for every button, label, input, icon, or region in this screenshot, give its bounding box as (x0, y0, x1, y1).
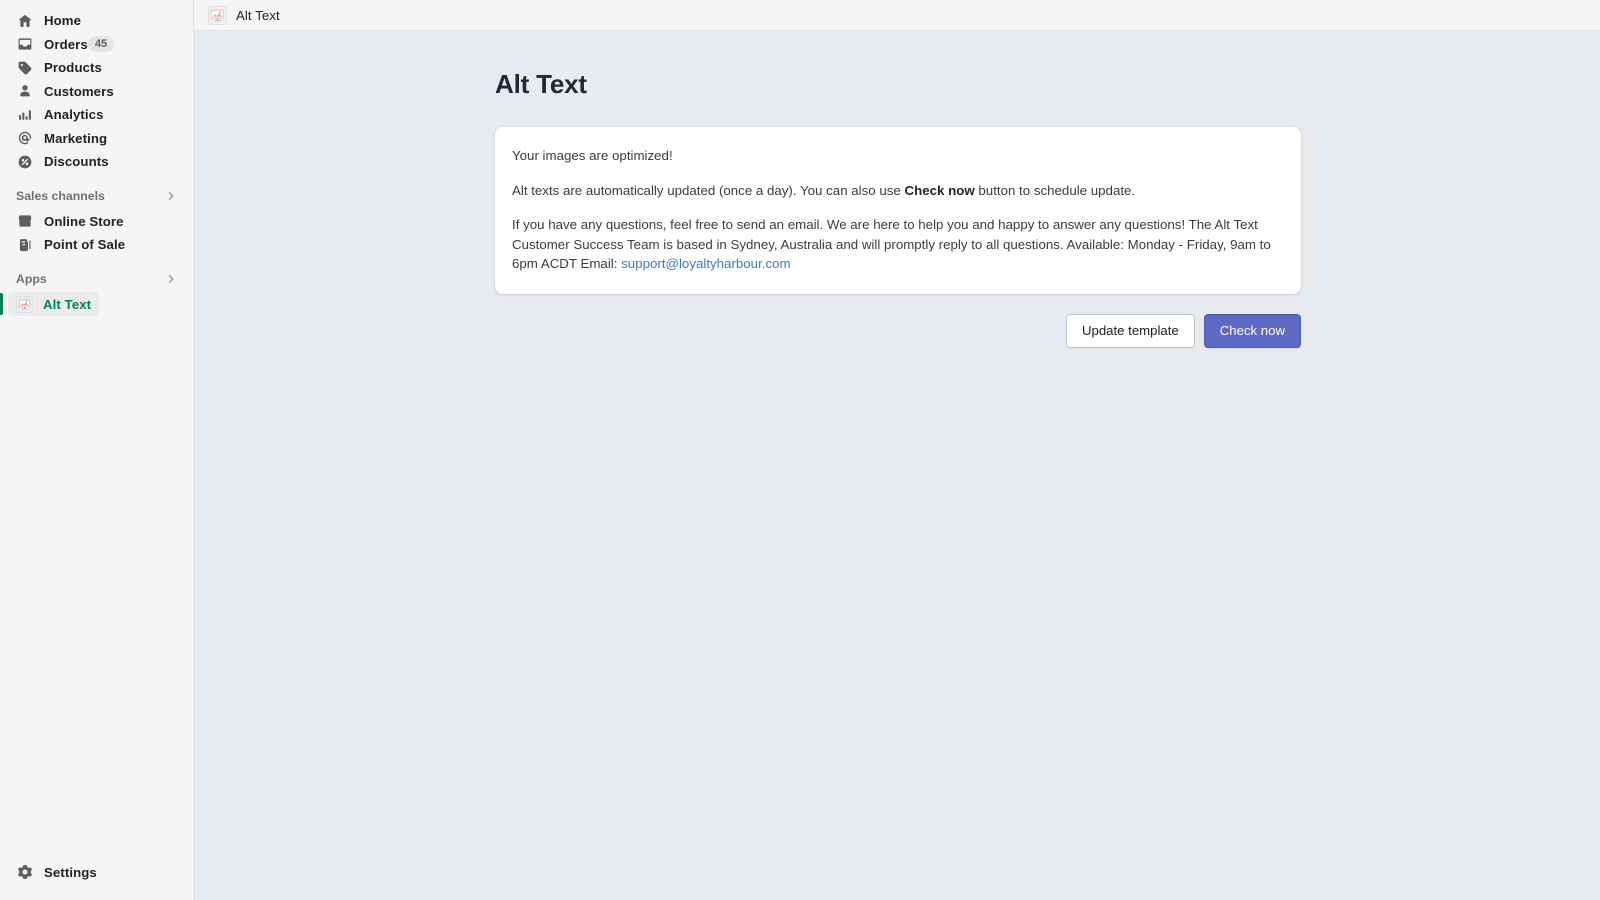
sidebar-item-orders[interactable]: Orders 45 (8, 32, 122, 56)
sidebar-item-home[interactable]: Home (8, 9, 89, 33)
sidebar-item-label: Analytics (44, 107, 104, 123)
orders-icon (16, 35, 34, 53)
sidebar-item-discounts[interactable]: Discounts (8, 150, 117, 174)
sidebar-primary-nav: Home Orders 45 Products Customers Analyt… (0, 0, 193, 317)
sidebar-row: Online Store (0, 210, 193, 234)
sidebar-item-label: Discounts (44, 154, 109, 170)
app-root: Home Orders 45 Products Customers Analyt… (0, 0, 1600, 900)
sidebar-item-settings[interactable]: Settings (8, 860, 105, 884)
sidebar: Home Orders 45 Products Customers Analyt… (0, 0, 194, 900)
support-email-link[interactable]: support@loyaltyharbour.com (621, 256, 790, 271)
topbar-app-title: Alt Text (236, 7, 280, 23)
sidebar-item-label: Marketing (44, 130, 108, 146)
update-info-message: Alt texts are automatically updated (onc… (512, 181, 1281, 201)
sidebar-item-label: Orders (44, 36, 88, 52)
sidebar-item-customers[interactable]: Customers (8, 79, 122, 103)
sidebar-item-marketing[interactable]: Marketing (8, 126, 115, 150)
app-topbar: Alt Text (194, 0, 1600, 31)
update-info-after: button to schedule update. (974, 182, 1136, 198)
sidebar-section-label: Apps (16, 271, 47, 286)
update-info-before: Alt texts are automatically updated (onc… (512, 182, 905, 198)
gear-icon (16, 863, 34, 881)
sidebar-item-label: Alt Text (43, 296, 92, 312)
orders-count-badge: 45 (87, 36, 115, 53)
chevron-right-icon (165, 273, 177, 285)
check-now-emphasis: Check now (904, 182, 975, 198)
sidebar-section-sales-channels[interactable]: Sales channels (8, 185, 185, 207)
sidebar-settings-section: Settings (0, 861, 193, 900)
support-message: If you have any questions, feel free to … (512, 215, 1281, 274)
point-of-sale-icon (16, 236, 34, 254)
alt-text-app-icon (208, 5, 227, 25)
sidebar-row: Marketing (0, 127, 193, 151)
sidebar-item-point-of-sale[interactable]: Point of Sale (8, 233, 133, 257)
sidebar-item-label: Point of Sale (44, 237, 126, 253)
sidebar-item-label: Customers (44, 83, 114, 99)
main-region: Alt Text Alt Text Your images are optimi… (194, 0, 1600, 900)
selected-indicator-bar (0, 293, 3, 316)
page-title: Alt Text (495, 69, 587, 99)
sidebar-item-alt-text[interactable]: Alt Text (8, 292, 100, 317)
alt-text-app-icon (16, 295, 33, 313)
sidebar-row: Customers (0, 80, 193, 104)
sidebar-section-apps[interactable]: Apps (8, 268, 185, 290)
home-icon (16, 12, 34, 30)
sidebar-row: Point of Sale (0, 233, 193, 257)
content-scroll-area: Alt Text Your images are optimized! Alt … (194, 31, 1600, 900)
status-message: Your images are optimized! (512, 148, 673, 163)
sidebar-row: Settings (0, 861, 193, 885)
sidebar-item-products[interactable]: Products (8, 56, 110, 80)
sidebar-row: Alt Text (0, 292, 193, 317)
sidebar-row: Analytics (0, 103, 193, 127)
chevron-right-icon (165, 190, 177, 202)
sidebar-item-label: Products (44, 60, 102, 76)
update-template-button[interactable]: Update template (1065, 313, 1195, 348)
sidebar-row: Orders 45 (0, 33, 193, 57)
discounts-icon (16, 153, 34, 171)
sidebar-item-online-store[interactable]: Online Store (8, 209, 132, 233)
status-card: Your images are optimized! Alt texts are… (495, 127, 1301, 294)
online-store-icon (16, 212, 34, 230)
products-icon (16, 59, 34, 77)
card-actions: Update template Check now (495, 313, 1301, 348)
sidebar-row: Home (0, 9, 193, 33)
sidebar-item-label: Online Store (44, 213, 124, 229)
sidebar-item-label: Home (44, 13, 82, 29)
analytics-icon (16, 106, 34, 124)
customers-icon (16, 82, 34, 100)
sidebar-row: Products (0, 56, 193, 80)
sidebar-row: Discounts (0, 150, 193, 174)
marketing-icon (16, 129, 34, 147)
sidebar-section-label: Sales channels (16, 188, 105, 203)
check-now-button[interactable]: Check now (1203, 313, 1301, 348)
page-container: Alt Text Your images are optimized! Alt … (495, 31, 1301, 348)
sidebar-item-analytics[interactable]: Analytics (8, 103, 112, 127)
sidebar-item-label: Settings (44, 864, 97, 880)
